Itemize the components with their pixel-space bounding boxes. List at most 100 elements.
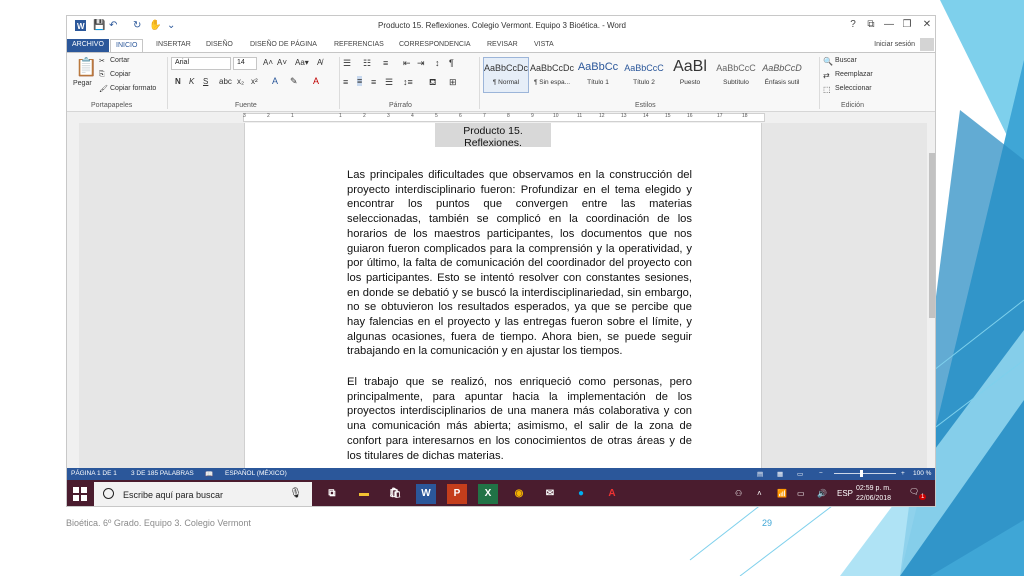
text-effects-icon[interactable]: A: [272, 76, 278, 86]
style-heading-1[interactable]: AaBbCc Título 1: [575, 57, 621, 93]
task-view-icon[interactable]: ⧉: [322, 484, 342, 504]
align-left-icon[interactable]: ≡: [343, 77, 348, 87]
skype-app-icon[interactable]: ●: [571, 484, 591, 504]
borders-icon[interactable]: ⊞: [449, 77, 457, 88]
tab-referencias[interactable]: REFERENCIAS: [329, 39, 389, 52]
show-hidden-icon[interactable]: ˄: [757, 489, 762, 498]
proofing-icon[interactable]: 📖: [205, 470, 213, 478]
find-button[interactable]: Buscar: [835, 57, 857, 64]
taskbar-search[interactable]: Escribe aquí para buscar 🎙: [94, 482, 312, 506]
zoom-slider-thumb[interactable]: [860, 470, 863, 477]
subscript-icon[interactable]: x₂: [237, 77, 244, 86]
align-center-icon[interactable]: ≡: [357, 76, 363, 86]
action-center-icon[interactable]: 🗨: [909, 487, 919, 496]
document-page[interactable]: Producto 15. Reflexiones. Las principale…: [244, 123, 762, 468]
page-count[interactable]: PÁGINA 1 DE 1: [71, 470, 117, 477]
web-layout-icon[interactable]: ▭: [797, 470, 803, 478]
document-paragraph-1[interactable]: Las principales dificultades que observa…: [347, 168, 692, 359]
file-explorer-icon[interactable]: ▬: [354, 484, 374, 504]
change-case-icon[interactable]: Aa▾: [295, 58, 309, 67]
strikethrough-icon[interactable]: abc: [219, 77, 232, 86]
input-language[interactable]: ESP: [837, 489, 853, 498]
style-subtitle[interactable]: AaBbCcC Subtítulo: [713, 57, 759, 93]
bold-button[interactable]: N: [175, 77, 181, 86]
scrollbar-thumb[interactable]: [929, 153, 935, 318]
excel-app-icon[interactable]: X: [478, 484, 498, 504]
tab-inicio[interactable]: INICIO: [110, 39, 144, 52]
clear-format-icon[interactable]: A̸: [317, 58, 322, 67]
decrease-indent-icon[interactable]: ⇤: [403, 58, 411, 69]
language-status[interactable]: ESPAÑOL (MÉXICO): [225, 470, 287, 477]
superscript-icon[interactable]: x²: [251, 77, 258, 86]
style-heading-2[interactable]: AaBbCcC Título 2: [621, 57, 667, 93]
word-count[interactable]: 3 DE 185 PALABRAS: [131, 470, 194, 477]
multilevel-list-icon[interactable]: ≡: [383, 58, 388, 68]
tab-diseno[interactable]: DISEÑO: [201, 39, 238, 52]
select-button[interactable]: Seleccionar: [835, 85, 872, 92]
italic-button[interactable]: K: [189, 77, 194, 86]
vertical-ruler[interactable]: [67, 123, 79, 468]
font-color-icon[interactable]: A: [313, 76, 319, 86]
sort-icon[interactable]: ↕: [435, 58, 440, 68]
clock[interactable]: 02:59 p. m. 22/06/2018: [856, 484, 891, 504]
tab-vista[interactable]: VISTA: [529, 39, 559, 52]
style-no-spacing[interactable]: AaBbCcDc ¶ Sin espa...: [529, 57, 575, 93]
zoom-out-icon[interactable]: −: [819, 470, 823, 477]
store-icon[interactable]: 🛍: [385, 484, 405, 504]
tab-diseno-pagina[interactable]: DISEÑO DE PÁGINA: [245, 39, 322, 52]
line-spacing-icon[interactable]: ↕≡: [403, 77, 413, 87]
paste-icon[interactable]: 📋: [75, 57, 97, 78]
font-size-select[interactable]: 14: [233, 57, 257, 70]
tab-archivo[interactable]: ARCHIVO: [67, 39, 109, 52]
format-painter-button[interactable]: Copiar formato: [110, 85, 156, 92]
numbering-icon[interactable]: ☷: [363, 58, 371, 69]
underline-button[interactable]: S: [203, 77, 208, 86]
close-button[interactable]: ✕: [919, 19, 935, 30]
network-icon[interactable]: 📶: [777, 489, 787, 498]
align-right-icon[interactable]: ≡: [371, 77, 376, 87]
zoom-slider[interactable]: [834, 473, 896, 474]
tab-correspondencia[interactable]: CORRESPONDENCIA: [394, 39, 476, 52]
pdf-app-icon[interactable]: A: [602, 484, 622, 504]
vertical-scrollbar[interactable]: [927, 123, 935, 468]
zoom-level[interactable]: 100 %: [913, 470, 931, 477]
replace-button[interactable]: Reemplazar: [835, 71, 873, 78]
help-button[interactable]: ?: [845, 19, 861, 30]
grow-font-icon[interactable]: A˄: [263, 58, 273, 67]
shading-icon[interactable]: ⛾: [429, 77, 436, 89]
microphone-icon[interactable]: 🎙: [289, 488, 302, 499]
minimize-button[interactable]: —: [881, 19, 897, 30]
battery-icon[interactable]: ▭: [797, 489, 805, 498]
justify-icon[interactable]: ☰: [385, 77, 393, 88]
shrink-font-icon[interactable]: A˅: [277, 58, 287, 67]
sign-in-link[interactable]: Iniciar sesión: [874, 41, 915, 48]
style-subtle-emphasis[interactable]: AaBbCcD Énfasis sutil: [759, 57, 805, 93]
print-layout-icon[interactable]: ▦: [777, 470, 783, 478]
ribbon-display-button[interactable]: ⧉: [863, 19, 879, 30]
copy-button[interactable]: Copiar: [110, 71, 131, 78]
zoom-in-icon[interactable]: +: [901, 470, 905, 477]
paste-button[interactable]: Pegar: [73, 80, 92, 87]
cut-button[interactable]: Cortar: [110, 57, 129, 64]
read-mode-icon[interactable]: ▤: [757, 470, 763, 478]
windows-start-icon[interactable]: [70, 484, 90, 504]
volume-icon[interactable]: 🔊: [817, 489, 827, 498]
bullets-icon[interactable]: ☰: [343, 58, 351, 69]
word-app-icon[interactable]: W: [416, 484, 436, 504]
people-icon[interactable]: ⚇: [735, 489, 742, 498]
document-paragraph-2[interactable]: El trabajo que se realizó, nos enriqueci…: [347, 375, 692, 463]
tab-insertar[interactable]: INSERTAR: [151, 39, 196, 52]
powerpoint-app-icon[interactable]: P: [447, 484, 467, 504]
style-normal[interactable]: AaBbCcDc ¶ Normal: [483, 57, 529, 93]
horizontal-ruler[interactable]: 3 2 1 1 2 3 4 5 6 7 8 9 10 11 12 13 14 1…: [67, 112, 935, 123]
avatar[interactable]: [920, 38, 934, 51]
tab-revisar[interactable]: REVISAR: [482, 39, 523, 52]
increase-indent-icon[interactable]: ⇥: [417, 58, 425, 69]
chrome-app-icon[interactable]: ◉: [509, 484, 529, 504]
restore-button[interactable]: ❐: [899, 19, 915, 30]
document-title[interactable]: Producto 15. Reflexiones.: [435, 123, 551, 149]
mail-app-icon[interactable]: ✉: [540, 484, 560, 504]
font-family-select[interactable]: Arial: [171, 57, 231, 70]
style-title[interactable]: AaBl Puesto: [667, 57, 713, 93]
show-marks-icon[interactable]: ¶: [449, 58, 454, 68]
